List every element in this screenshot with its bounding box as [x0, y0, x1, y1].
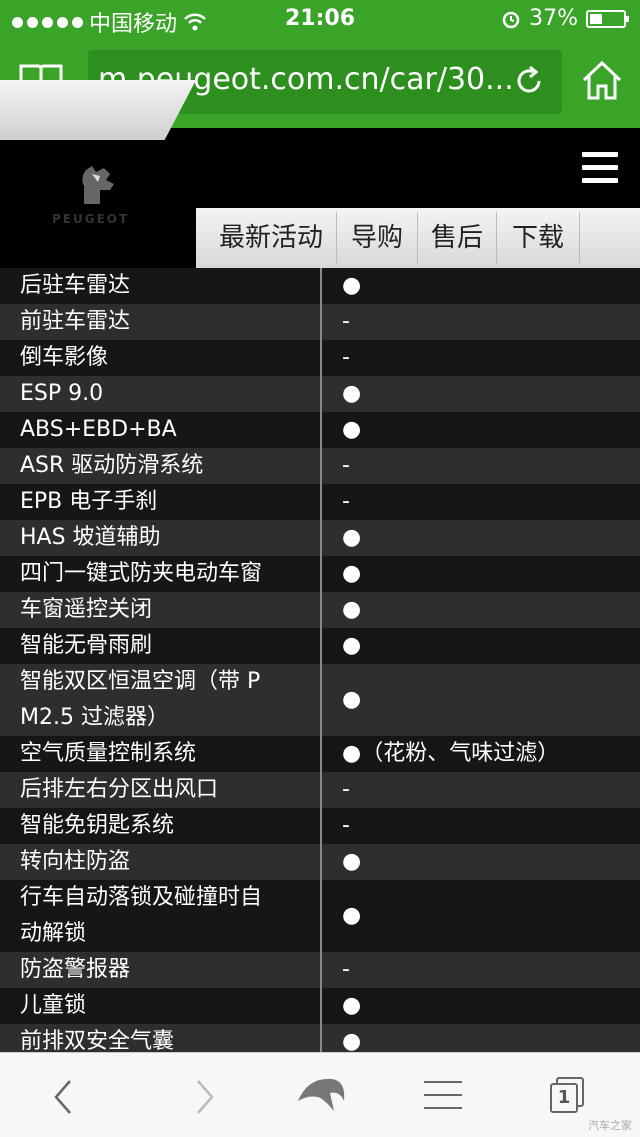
spec-name: 儿童锁 [20, 988, 86, 1024]
spec-name-line: 动解锁 [20, 921, 87, 946]
spec-name-line: 儿童锁 [20, 993, 87, 1018]
spec-value: ● [342, 903, 362, 928]
menu-list-icon[interactable] [424, 1081, 462, 1109]
spec-value: ● [342, 561, 362, 586]
battery-icon [586, 9, 629, 28]
nav-latest-activities[interactable]: 最新活动 [206, 208, 336, 268]
spec-name-line: 防盗警报器 [20, 957, 131, 982]
spec-value: - [342, 489, 350, 514]
spec-value: - [342, 453, 350, 478]
spec-name-line: 转向柱防盗 [20, 849, 131, 874]
spec-value: ● [342, 849, 362, 874]
spec-name: 后排左右分区出风口 [20, 772, 218, 808]
spec-value: ●（花粉、气味过滤） [342, 741, 560, 766]
spec-value: - [342, 777, 350, 802]
spec-name-line: 智能无骨雨刷 [20, 633, 153, 658]
spec-name-line: 后驻车雷达 [20, 273, 131, 298]
spec-name: 前排双安全气囊 [20, 1024, 174, 1052]
spec-name: ABS+EBD+BA [20, 412, 177, 448]
spec-table: 后驻车雷达 ● 前驻车雷达 - 倒车影像 - ESP 9.0 ● ABS+EBD+BA ● ASR … [0, 268, 640, 1052]
spec-name: HAS 坡道辅助 [20, 520, 161, 556]
spec-name: ESP 9.0 [20, 376, 103, 412]
tabs-button[interactable]: 1 [548, 1077, 588, 1117]
spec-value: - [342, 813, 350, 838]
spec-value: ● [342, 417, 362, 442]
spec-name: 智能无骨雨刷 [20, 628, 152, 664]
back-icon[interactable] [48, 1077, 78, 1117]
spec-value: ● [342, 381, 362, 406]
spec-value: - [342, 957, 350, 982]
watermark: 汽车之家 [588, 1119, 632, 1132]
tabs-count: 1 [550, 1083, 578, 1113]
spec-value: ● [342, 687, 362, 712]
spec-name-line: 倒车影像 [20, 345, 109, 370]
spec-name-line: 前驻车雷达 [20, 309, 131, 334]
spec-name: 智能免钥匙系统 [20, 808, 174, 844]
spec-name: EPB 电子手刹 [20, 484, 157, 520]
battery-percent: 37% [529, 6, 578, 31]
dolphin-icon[interactable] [294, 1071, 348, 1115]
spec-value: ● [342, 1029, 362, 1052]
forward-icon[interactable] [190, 1077, 220, 1117]
spec-name: 空气质量控制系统 [20, 736, 196, 772]
spec-name-line: ASR 驱动防滑系统 [20, 453, 204, 478]
menu-icon[interactable] [582, 152, 618, 191]
spec-name: 四门一键式防夹电动车窗 [20, 556, 262, 592]
home-icon[interactable] [580, 58, 624, 102]
brand-logo-plate[interactable] [0, 80, 196, 140]
reload-icon[interactable] [512, 64, 546, 98]
spec-name-line: EPB 电子手刹 [20, 489, 158, 514]
spec-name-line: 前排双安全气囊 [20, 1029, 175, 1052]
column-divider [320, 268, 322, 1052]
spec-name: 防盗警报器 [20, 952, 130, 988]
spec-name-line: 行车自动落锁及碰撞时自 [20, 885, 263, 910]
spec-name-line: 后排左右分区出风口 [20, 777, 219, 802]
spec-name: 转向柱防盗 [20, 844, 130, 880]
spec-value: ● [342, 525, 362, 550]
status-bar: 中国移动 21:06 37% [0, 0, 640, 40]
alarm-icon [502, 11, 520, 28]
brand-name: PEUGEOT [52, 212, 130, 226]
peugeot-lion-icon [82, 166, 114, 204]
nav-download[interactable]: 下载 [497, 208, 579, 268]
spec-name-line: 四门一键式防夹电动车窗 [20, 561, 263, 586]
spec-name: 车窗遥控关闭 [20, 592, 152, 628]
spec-name: 智能双区恒温空调（带 P M2.5 过滤器） [20, 664, 260, 736]
nav-buying-guide[interactable]: 导购 [337, 208, 417, 268]
spec-name-line: M2.5 过滤器） [20, 705, 169, 730]
spec-name-line: 智能双区恒温空调（带 P [20, 669, 261, 694]
spec-name: 倒车影像 [20, 340, 108, 376]
spec-name-line: ABS+EBD+BA [20, 417, 177, 442]
browser-toolbar: 1 汽车之家 [0, 1052, 640, 1137]
nav-after-sales[interactable]: 售后 [418, 208, 496, 268]
spec-name: ASR 驱动防滑系统 [20, 448, 203, 484]
spec-value: - [342, 345, 350, 370]
spec-name: 后驻车雷达 [20, 268, 130, 304]
spec-name: 行车自动落锁及碰撞时自 动解锁 [20, 880, 262, 952]
site-nav: 最新活动 导购 售后 下载 [196, 208, 640, 268]
spec-name-line: HAS 坡道辅助 [20, 525, 161, 550]
spec-name-line: ESP 9.0 [20, 381, 104, 406]
spec-name-line: 车窗遥控关闭 [20, 597, 153, 622]
spec-name-line: 空气质量控制系统 [20, 741, 197, 766]
spec-value: - [342, 309, 350, 334]
spec-value: ● [342, 633, 362, 658]
spec-name: 前驻车雷达 [20, 304, 130, 340]
spec-value: ● [342, 993, 362, 1018]
spec-name-line: 智能免钥匙系统 [20, 813, 175, 838]
spec-value: ● [342, 273, 362, 298]
spec-value: ● [342, 597, 362, 622]
